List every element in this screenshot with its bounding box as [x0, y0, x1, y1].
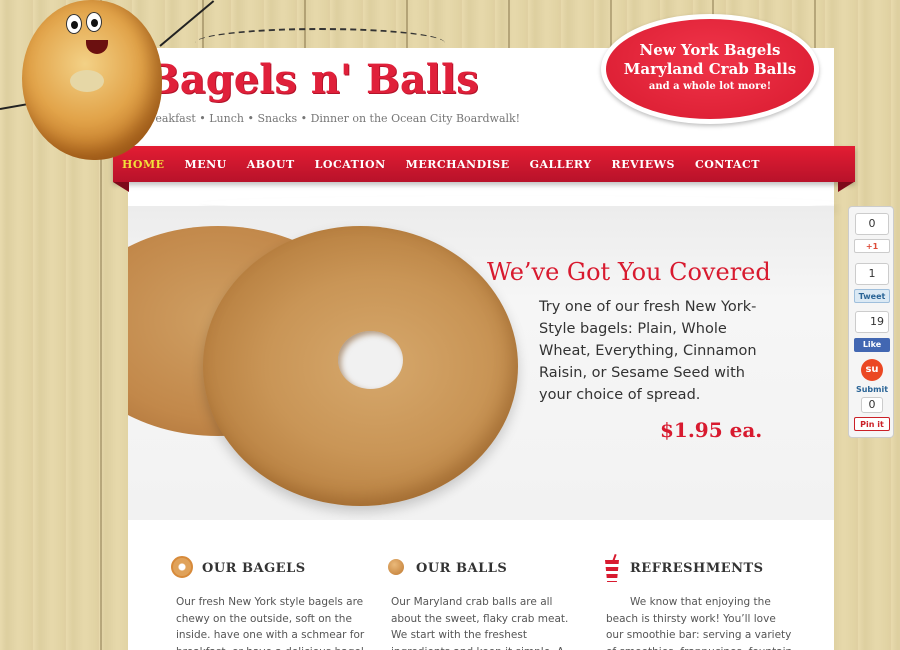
nav-item-contact[interactable]: CONTACT: [695, 158, 760, 171]
badge-line-1: New York Bagels: [639, 41, 781, 59]
column-title-bagels: OUR BAGELS: [202, 561, 306, 576]
gplus-button[interactable]: +1: [854, 239, 890, 253]
hero-title: We’ve Got You Covered: [487, 258, 771, 286]
stumbleupon-icon[interactable]: su: [861, 359, 883, 381]
column-text-refreshments: We know that enjoying the beach is thirs…: [606, 596, 792, 650]
nav-item-merchandise[interactable]: MERCHANDISE: [406, 158, 510, 171]
hero-price: $1.95 ea.: [660, 418, 763, 442]
column-text-bagels: Our fresh New York style bagels are chew…: [176, 596, 365, 650]
nav-ribbon-fold-left: [113, 182, 129, 192]
mascot-bagel-hole: [70, 70, 104, 92]
drink-cup-icon: [605, 553, 619, 582]
hero-description: Try one of our fresh New York-Style bage…: [539, 299, 757, 403]
nav-item-home[interactable]: HOME: [122, 158, 165, 171]
mascot-mouth-icon: [86, 40, 108, 54]
crab-ball-icon: [388, 559, 404, 575]
bagel-mascot-image: [22, 0, 162, 160]
mascot-eye-left-icon: [66, 14, 82, 34]
mascot-eye-right-icon: [86, 12, 102, 32]
main-nav: HOME MENU ABOUT LOCATION MERCHANDISE GAL…: [113, 146, 855, 182]
badge-line-2: Maryland Crab Balls: [623, 60, 797, 78]
hero-bagel-front-image: [203, 226, 518, 506]
tweet-button[interactable]: Tweet: [854, 289, 890, 303]
column-title-refreshments: REFRESHMENTS: [630, 561, 764, 576]
pinterest-pin-button[interactable]: Pin it: [854, 417, 890, 431]
column-text-balls: Our Maryland crab balls are all about th…: [391, 596, 569, 650]
stumbleupon-submit-button[interactable]: Submit: [854, 383, 890, 397]
facebook-like-button[interactable]: Like: [854, 338, 890, 352]
dashed-flight-path: [195, 28, 445, 58]
pin-count: 0: [861, 397, 883, 413]
nav-item-reviews[interactable]: REVIEWS: [612, 158, 675, 171]
like-count: 19: [855, 311, 889, 333]
tweet-count: 1: [855, 263, 889, 285]
column-title-balls: OUR BALLS: [416, 561, 508, 576]
nav-item-menu[interactable]: MENU: [185, 158, 227, 171]
site-logo[interactable]: Bagels n' Balls: [146, 56, 479, 103]
social-share-bar: 0 +1 1 Tweet 19 Like su Submit 0 Pin it: [848, 206, 894, 438]
bagel-ring-icon: [171, 556, 193, 578]
nav-item-about[interactable]: ABOUT: [247, 158, 295, 171]
badge-line-3: and a whole lot more!: [648, 81, 772, 92]
site-tagline: Breakfast • Lunch • Snacks • Dinner on t…: [142, 112, 521, 125]
nav-item-location[interactable]: LOCATION: [315, 158, 386, 171]
gplus-count: 0: [855, 213, 889, 235]
promo-badge: New York Bagels Maryland Crab Balls and …: [601, 14, 819, 124]
nav-item-gallery[interactable]: GALLERY: [530, 158, 592, 171]
nav-ribbon-fold-right: [838, 182, 854, 192]
bagel-hole: [338, 331, 403, 389]
